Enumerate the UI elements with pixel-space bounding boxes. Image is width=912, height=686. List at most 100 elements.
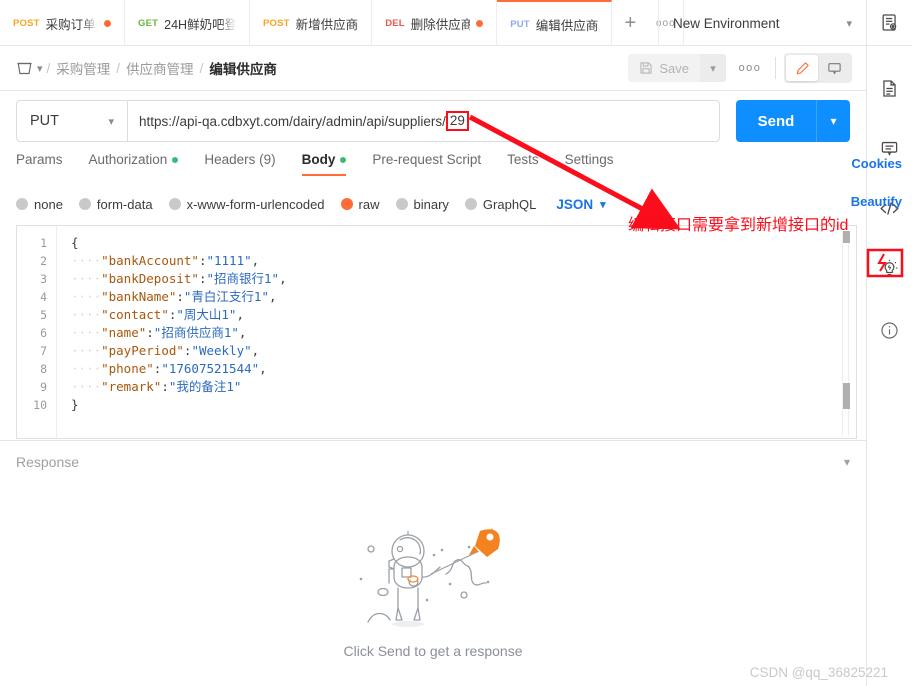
tab-body[interactable]: Body: [301, 152, 347, 176]
tab-label: Pre-request Script: [372, 152, 482, 167]
request-tab-3[interactable]: POST 新增供应商: [250, 0, 373, 46]
code-line: }: [71, 397, 79, 412]
breadcrumb-row: ▾ / 采购管理 / 供应商管理 / 编辑供应商 Save ▾ ooo: [0, 46, 866, 91]
radio-label: binary: [413, 196, 449, 212]
cookies-link[interactable]: Cookies: [851, 156, 902, 171]
unsaved-indicator-dot: [104, 19, 111, 27]
url-text: https://api-qa.cdbxyt.com/dairy/admin/ap…: [139, 113, 446, 129]
radio-button-icon: [16, 198, 28, 210]
tab-label: Params: [16, 152, 63, 167]
json-code-content[interactable]: {····"bankAccount":"1111", ····"bankDepos…: [57, 226, 856, 438]
code-line: ····"remark":"我的备注1": [71, 379, 242, 394]
tab-tests[interactable]: Tests: [507, 152, 539, 176]
info-icon[interactable]: [867, 307, 912, 353]
request-toolbar: Save ▾ ooo: [628, 53, 852, 83]
tab-title: 删除供应商: [410, 17, 471, 32]
unsaved-indicator-dot: [476, 19, 484, 27]
request-tab-4[interactable]: DEL 删除供应商: [372, 0, 498, 46]
request-tab-5-active[interactable]: PUT 编辑供应商: [497, 0, 613, 46]
radio-label: none: [34, 196, 63, 212]
postman-window: POST 采购订单_5 GET 24H鲜奶吧登录 POST 新增供应商 DEL …: [0, 0, 912, 686]
collection-icon[interactable]: ▾: [16, 61, 43, 76]
response-collapse-chevron-icon[interactable]: ▾: [844, 455, 850, 469]
breadcrumb-item-1[interactable]: 供应商管理: [126, 58, 194, 78]
response-hint-text: Click Send to get a response: [343, 643, 523, 659]
breadcrumb-item-0[interactable]: 采购管理: [56, 58, 110, 78]
tab-label: Headers (9): [204, 152, 276, 167]
body-type-binary[interactable]: binary: [395, 196, 449, 212]
line-number: 1: [40, 236, 47, 250]
tab-label: Tests: [507, 152, 539, 167]
code-line: ····"phone":"17607521544",: [71, 361, 267, 376]
tab-method-label: DEL: [385, 17, 405, 29]
breadcrumb-separator: /: [116, 60, 121, 76]
radio-button-icon: [78, 198, 91, 210]
request-tab-1[interactable]: POST 采购订单_5: [0, 0, 125, 46]
bulb-icon[interactable]: [867, 245, 912, 291]
tab-title: 编辑供应商: [535, 18, 599, 33]
url-input[interactable]: https://api-qa.cdbxyt.com/dairy/admin/ap…: [127, 100, 720, 142]
save-options-button[interactable]: ▾: [700, 54, 726, 82]
astronaut-illustration: [359, 528, 500, 627]
editor-scrollbar[interactable]: [842, 231, 850, 435]
request-body-editor[interactable]: 1 2 3 4 5 6 7 8 9 10 {····"bankAccount":…: [16, 225, 857, 439]
breadcrumb-separator: /: [199, 60, 204, 76]
http-method-select[interactable]: PUT ▾: [16, 100, 127, 142]
edit-pencil-icon[interactable]: [786, 55, 818, 81]
view-toggle-group: [784, 53, 852, 83]
body-type-none[interactable]: none: [16, 197, 63, 212]
breadcrumb: / 采购管理 / 供应商管理 / 编辑供应商: [47, 58, 277, 78]
comment-bubble-icon[interactable]: [818, 55, 850, 81]
request-url-row: PUT ▾ https://api-qa.cdbxyt.com/dairy/ad…: [16, 100, 850, 142]
code-line: {: [71, 235, 79, 250]
documentation-icon[interactable]: [867, 65, 912, 111]
tab-authorization[interactable]: Authorization: [89, 152, 179, 176]
code-line: ····"bankName":"青白江支行1",: [71, 289, 277, 304]
tab-method-label: POST: [263, 17, 290, 29]
line-number: 8: [40, 362, 47, 376]
response-empty-state: Click Send to get a response: [0, 482, 866, 686]
chevron-down-icon: ▾: [846, 17, 852, 30]
tab-label: Body: [301, 152, 336, 167]
save-label: Save: [659, 60, 689, 76]
radio-button-icon: [464, 198, 477, 210]
request-more-menu-icon[interactable]: ooo: [733, 54, 767, 82]
response-title: Response: [16, 453, 80, 470]
body-type-graphql[interactable]: GraphQL: [464, 196, 537, 212]
body-type-raw[interactable]: raw: [340, 196, 380, 212]
radio-button-icon: [395, 198, 408, 210]
radio-button-icon: [168, 198, 181, 210]
tab-params[interactable]: Params: [16, 152, 63, 176]
toolbar-divider: [775, 57, 776, 79]
http-method-value: PUT: [30, 113, 59, 129]
body-type-urlencoded[interactable]: x-www-form-urlencoded: [168, 197, 325, 212]
send-button-group: Send ▾: [736, 100, 850, 142]
line-number-gutter: 1 2 3 4 5 6 7 8 9 10: [17, 226, 57, 438]
right-sidebar: [866, 0, 912, 686]
save-button[interactable]: Save: [628, 54, 700, 82]
tab-pre-request-script[interactable]: Pre-request Script: [372, 152, 481, 176]
radio-label: form-data: [96, 196, 153, 212]
send-options-button[interactable]: ▾: [816, 100, 850, 142]
radio-label: raw: [358, 196, 380, 212]
send-button[interactable]: Send: [736, 100, 816, 142]
chevron-down-icon: ▾: [108, 115, 114, 128]
beautify-link[interactable]: Beautify: [851, 194, 902, 209]
code-line: ····"payPeriod":"Weekly",: [71, 343, 260, 358]
line-number: 5: [40, 308, 47, 322]
tab-method-label: GET: [138, 17, 159, 29]
env-quick-look-icon[interactable]: [866, 0, 912, 46]
body-type-form-data[interactable]: form-data: [78, 196, 153, 212]
radio-label: GraphQL: [482, 196, 537, 212]
line-number: 9: [40, 380, 47, 394]
request-section-tabs: Params Authorization Headers (9) Body Pr…: [16, 152, 850, 184]
request-tab-2[interactable]: GET 24H鲜奶吧登录: [125, 0, 250, 46]
tab-headers[interactable]: Headers (9): [204, 152, 275, 176]
tab-label: Authorization: [88, 152, 168, 167]
raw-format-select[interactable]: JSON ▾: [556, 197, 605, 212]
environment-selector[interactable]: New Environment ▾: [658, 0, 866, 46]
tab-settings[interactable]: Settings: [565, 152, 614, 176]
has-content-dot: [340, 156, 347, 163]
new-tab-button[interactable]: +: [612, 0, 648, 46]
breadcrumb-item-2[interactable]: 编辑供应商: [209, 58, 277, 78]
